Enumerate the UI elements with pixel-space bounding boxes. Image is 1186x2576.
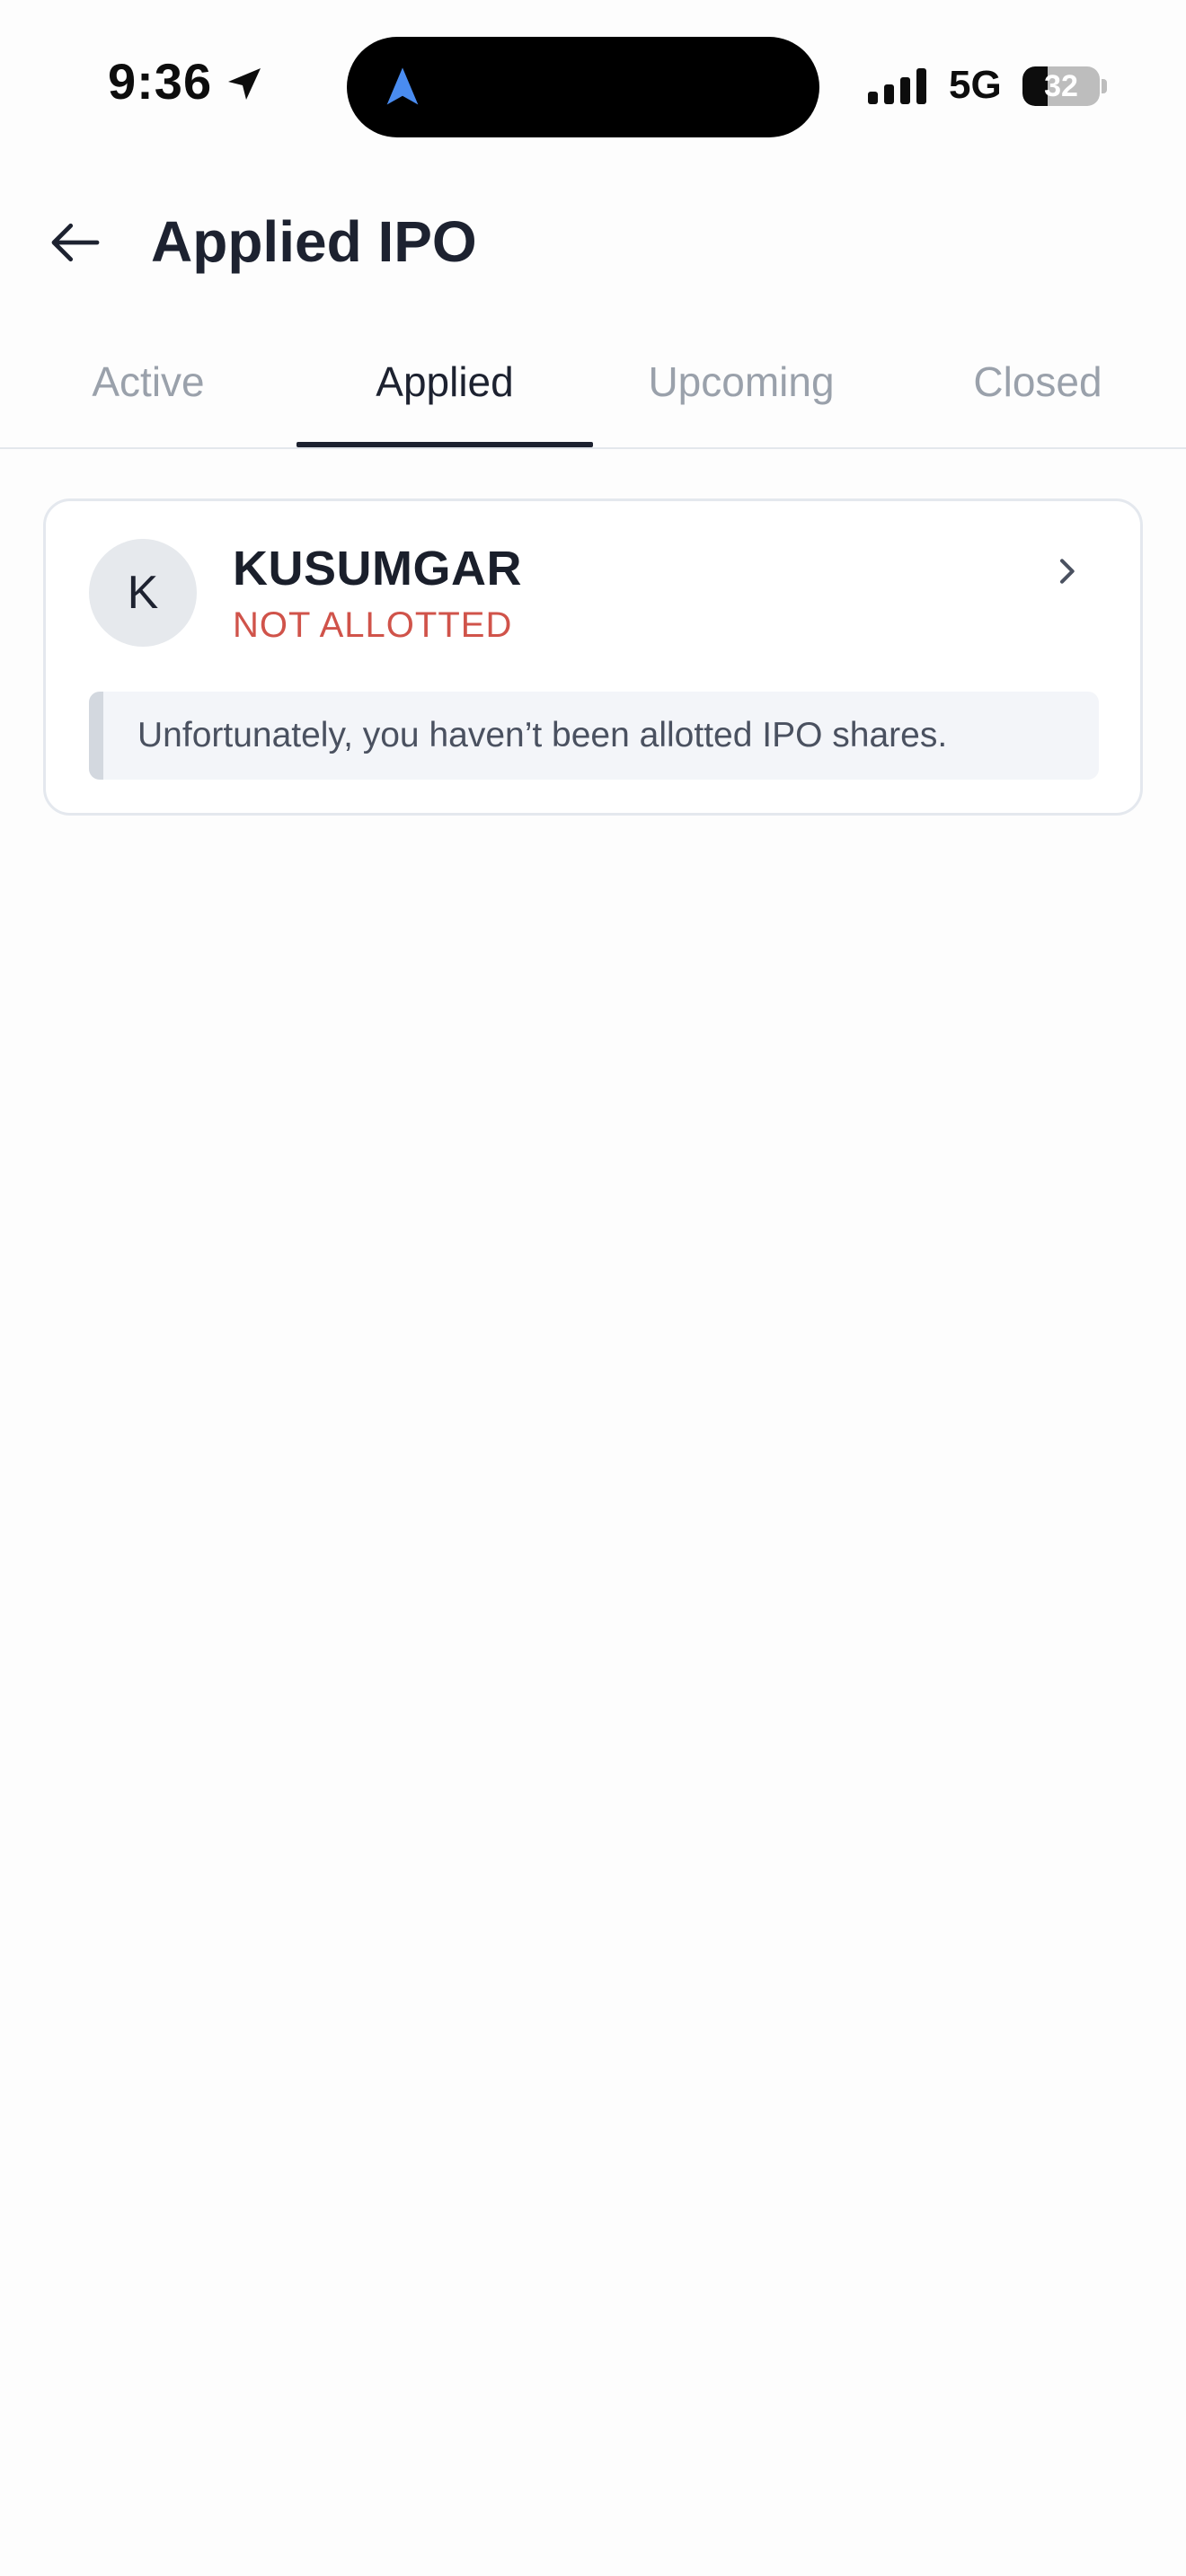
message-accent-bar (89, 692, 103, 780)
dynamic-island (347, 37, 819, 137)
allotment-message-box: Unfortunately, you haven’t been allotted… (89, 692, 1099, 780)
battery-tip (1102, 79, 1107, 93)
tab-upcoming[interactable]: Upcoming (593, 332, 890, 449)
battery-icon: 32 (1022, 66, 1100, 106)
back-button[interactable] (40, 207, 111, 278)
allotment-message: Unfortunately, you haven’t been allotted… (137, 716, 948, 754)
company-name: KUSUMGAR (233, 542, 522, 595)
screen: 9:36 5G 32 Applied IPO Active Applied Up… (0, 0, 1186, 2576)
navigation-icon (386, 67, 419, 105)
status-bar: 9:36 5G 32 (0, 0, 1186, 171)
tab-bar: Active Applied Upcoming Closed (0, 332, 1186, 449)
status-time: 9:36 (108, 53, 213, 110)
avatar: K (89, 539, 197, 647)
location-arrow-icon (228, 68, 261, 100)
tab-applied[interactable]: Applied (296, 332, 593, 449)
allotment-status: NOT ALLOTTED (233, 605, 513, 645)
chevron-right-icon[interactable] (1049, 553, 1084, 589)
ipo-card[interactable]: K KUSUMGAR NOT ALLOTTED Unfortunately, y… (43, 498, 1143, 816)
signal-icon (868, 68, 926, 104)
arrow-left-icon (51, 223, 100, 262)
active-tab-indicator (296, 442, 593, 447)
tab-closed[interactable]: Closed (890, 332, 1186, 449)
tab-active[interactable]: Active (0, 332, 296, 449)
page-title: Applied IPO (151, 209, 477, 274)
battery-level: 32 (1044, 68, 1078, 103)
header: Applied IPO (0, 180, 1186, 305)
network-label: 5G (949, 63, 1002, 107)
